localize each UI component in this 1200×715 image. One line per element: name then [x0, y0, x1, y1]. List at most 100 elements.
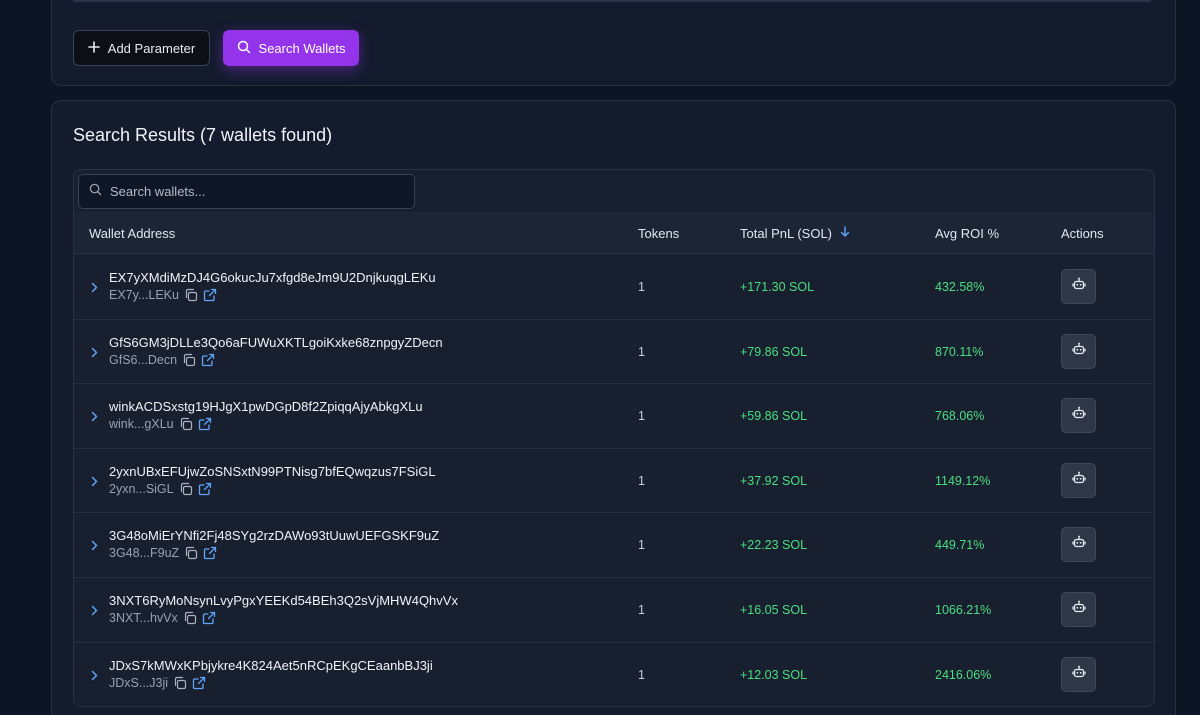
wallet-search-input[interactable]	[110, 184, 400, 199]
avg-roi-cell: 2416.06%	[935, 667, 992, 682]
wallet-address-short: JDxS...J3ji	[109, 675, 169, 690]
search-icon	[89, 183, 102, 201]
column-header-avg-roi[interactable]: Avg ROI %	[935, 226, 999, 241]
wallet-address-full: 3NXT6RyMoNsynLvyPgxYEEKd54BEh3Q2sVjMHW4Q…	[109, 592, 458, 608]
total-pnl-cell: +79.86 SOL	[740, 344, 808, 359]
tokens-cell: 1	[638, 538, 645, 553]
external-link-icon[interactable]	[202, 611, 216, 625]
wallet-address-full: 2yxnUBxEFUjwZoSNSxtN99PTNisg7bfEQwqzus7F…	[109, 463, 436, 479]
bot-action-button[interactable]	[1061, 462, 1096, 498]
copy-icon[interactable]	[173, 676, 187, 690]
wallet-address-short-group: JDxS...J3ji	[109, 676, 206, 690]
copy-icon[interactable]	[179, 482, 193, 496]
bot-action-button[interactable]	[1061, 398, 1096, 434]
add-parameter-button[interactable]: Add Parameter	[73, 30, 210, 66]
bot-icon	[1071, 277, 1086, 296]
external-link-icon[interactable]	[198, 482, 212, 496]
wallet-search-field[interactable]	[78, 174, 415, 209]
table-row[interactable]: GfS6GM3jDLLe3Qo6aFUWuXKTLgoiKxke68znpgyZ…	[74, 320, 1154, 385]
wallet-address-short: 3G48...F9uZ	[109, 546, 180, 561]
wallet-address-full: 3G48oMiErYNfi2Fj48SYg2rzDAWo93tUuwUEFGSK…	[109, 528, 440, 544]
external-link-icon[interactable]	[192, 676, 206, 690]
avg-roi-cell: 449.71%	[935, 538, 985, 553]
bot-action-button[interactable]	[1061, 269, 1096, 304]
bot-icon	[1071, 535, 1086, 554]
wallet-address-full: JDxS7kMWxKPbjykre4K824Aet5nRCpEKgCEaanbB…	[109, 657, 433, 673]
chevron-right-icon[interactable]	[90, 409, 99, 427]
chevron-right-icon[interactable]	[90, 603, 99, 621]
external-link-icon[interactable]	[203, 288, 217, 302]
wallet-address-short-group: EX7y...LEKu	[109, 288, 217, 302]
wallet-address-short-group: GfS6...Decn	[109, 353, 215, 367]
total-pnl-cell: +22.23 SOL	[740, 538, 808, 553]
bot-action-button[interactable]	[1061, 591, 1096, 627]
column-header-tokens[interactable]: Tokens	[638, 226, 679, 241]
tokens-cell: 1	[638, 602, 645, 617]
total-pnl-header-label: Total PnL (SOL)	[740, 226, 833, 241]
results-table: Wallet Address Tokens Total PnL (SOL) Av…	[73, 169, 1155, 707]
wallet-address-short: wink...gXLu	[109, 417, 174, 432]
bot-action-button[interactable]	[1061, 656, 1096, 692]
total-pnl-cell: +12.03 SOL	[740, 667, 808, 682]
avg-roi-cell: 432.58%	[935, 280, 985, 294]
arrow-down-icon	[840, 226, 850, 241]
avg-roi-cell: 1066.21%	[935, 602, 992, 617]
column-header-actions: Actions	[1061, 226, 1104, 241]
parameters-panel: Add Parameter Search Wallets	[51, 0, 1176, 86]
column-header-total-pnl[interactable]: Total PnL (SOL)	[740, 226, 850, 241]
chevron-right-icon[interactable]	[90, 280, 99, 298]
search-icon	[237, 40, 251, 57]
wallet-address-short: 3NXT...hvVx	[109, 610, 178, 625]
table-row[interactable]: 3NXT6RyMoNsynLvyPgxYEEKd54BEh3Q2sVjMHW4Q…	[74, 578, 1154, 643]
table-body: EX7yXMdiMzDJ4G6okucJu7xfgd8eJm9U2Dnjkuqg…	[74, 255, 1154, 706]
bot-icon	[1071, 471, 1086, 490]
table-row[interactable]: EX7yXMdiMzDJ4G6okucJu7xfgd8eJm9U2Dnjkuqg…	[74, 255, 1154, 320]
results-title: Search Results (7 wallets found)	[73, 125, 333, 145]
tokens-cell: 1	[638, 473, 645, 488]
external-link-icon[interactable]	[203, 546, 217, 560]
avg-roi-cell: 870.11%	[935, 344, 984, 359]
total-pnl-cell: +171.30 SOL	[740, 280, 815, 294]
table-row[interactable]: 2yxnUBxEFUjwZoSNSxtN99PTNisg7bfEQwqzus7F…	[74, 449, 1154, 514]
plus-icon	[87, 40, 100, 56]
wallet-address-short: GfS6...Decn	[109, 352, 178, 367]
wallet-address-short-group: 2yxn...SiGL	[109, 482, 212, 496]
table-row[interactable]: JDxS7kMWxKPbjykre4K824Aet5nRCpEKgCEaanbB…	[74, 643, 1154, 706]
search-wallets-button[interactable]: Search Wallets	[223, 30, 359, 66]
wallet-address-short-group: 3NXT...hvVx	[109, 611, 216, 625]
tokens-cell: 1	[638, 344, 645, 359]
total-pnl-cell: +16.05 SOL	[740, 602, 808, 617]
chevron-right-icon[interactable]	[90, 668, 99, 686]
bot-action-button[interactable]	[1061, 333, 1096, 369]
wallet-address-short: EX7y...LEKu	[109, 288, 179, 302]
copy-icon[interactable]	[184, 546, 198, 560]
copy-icon[interactable]	[179, 417, 193, 431]
wallet-address-full: GfS6GM3jDLLe3Qo6aFUWuXKTLgoiKxke68znpgyZ…	[109, 334, 443, 350]
avg-roi-cell: 768.06%	[935, 409, 985, 424]
parameters-divider	[73, 0, 1151, 2]
column-header-wallet-address[interactable]: Wallet Address	[89, 226, 175, 241]
copy-icon[interactable]	[182, 353, 196, 367]
copy-icon[interactable]	[183, 611, 197, 625]
tokens-cell: 1	[638, 409, 645, 424]
bot-icon	[1071, 600, 1086, 619]
external-link-icon[interactable]	[201, 353, 215, 367]
avg-roi-cell: 1149.12%	[935, 473, 991, 488]
chevron-right-icon[interactable]	[90, 345, 99, 363]
copy-icon[interactable]	[184, 288, 198, 302]
add-parameter-label: Add Parameter	[107, 40, 196, 56]
external-link-icon[interactable]	[198, 417, 212, 431]
wallet-address-full: winkACDSxstg19HJgX1pwDGpD8f2ZpiqqAjyAbkg…	[109, 399, 423, 415]
search-results-panel: Search Results (7 wallets found) Wallet …	[51, 100, 1176, 715]
bot-icon	[1071, 406, 1086, 425]
chevron-right-icon[interactable]	[90, 538, 99, 556]
chevron-right-icon[interactable]	[90, 474, 99, 492]
bot-icon	[1071, 342, 1086, 361]
table-row[interactable]: 3G48oMiErYNfi2Fj48SYg2rzDAWo93tUuwUEFGSK…	[74, 513, 1154, 578]
wallet-address-short-group: 3G48...F9uZ	[109, 546, 217, 560]
search-wallets-label: Search Wallets	[258, 40, 346, 56]
table-row[interactable]: winkACDSxstg19HJgX1pwDGpD8f2ZpiqqAjyAbkg…	[74, 384, 1154, 449]
tokens-cell: 1	[638, 667, 645, 682]
bot-action-button[interactable]	[1061, 527, 1096, 563]
wallet-address-short-group: wink...gXLu	[109, 417, 212, 431]
